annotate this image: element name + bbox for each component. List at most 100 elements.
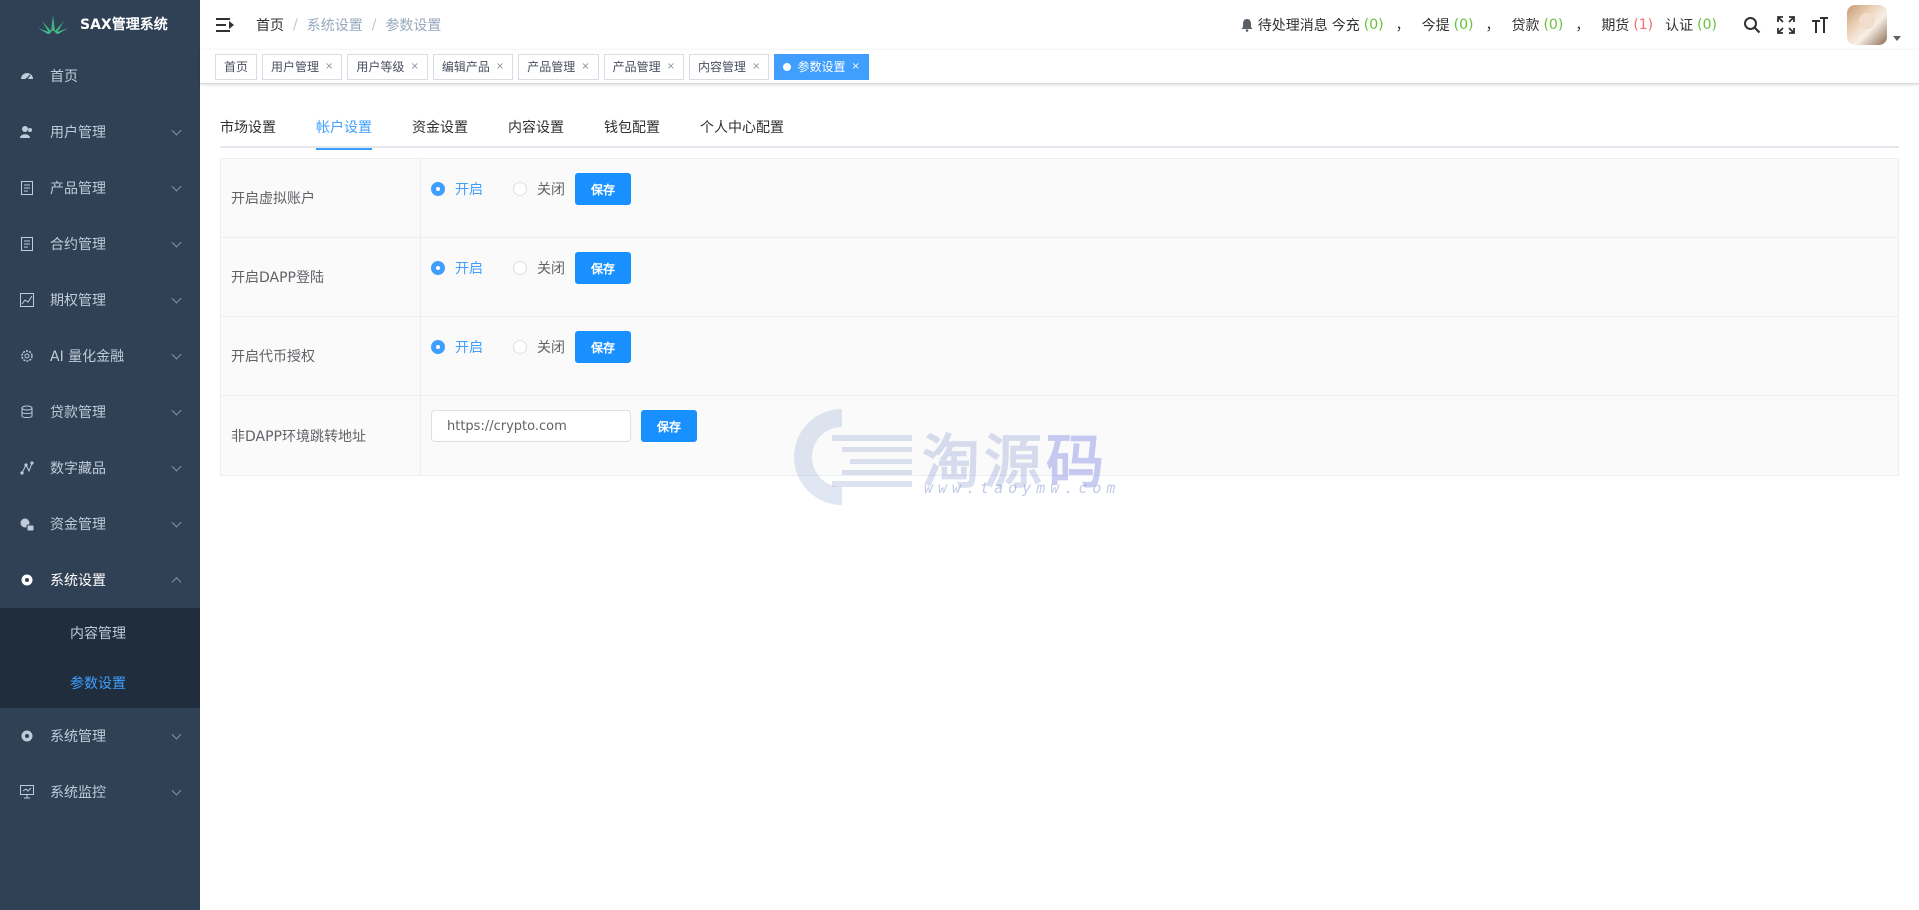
sidebar-item-loans[interactable]: 贷款管理	[0, 384, 200, 440]
radio-disable[interactable]: 关闭	[513, 173, 565, 205]
chevron-down-icon	[171, 237, 182, 248]
navbar: 首页 / 系统设置 / 参数设置 待处理消息 今充 (0) ， 今提 (0) ，…	[200, 0, 1919, 50]
hamburger-icon[interactable]	[216, 17, 234, 33]
counter-deposit-label: 今充	[1331, 18, 1360, 34]
counter-separator: ，	[1575, 18, 1590, 34]
tag-label: 产品管理	[612, 59, 661, 74]
sidebar-subitem-content[interactable]: 内容管理	[0, 608, 200, 658]
tag-products[interactable]: 产品管理 ×	[518, 53, 599, 80]
monitor-icon	[20, 785, 34, 799]
document-icon	[20, 237, 34, 251]
breadcrumb-separator: /	[371, 17, 377, 33]
sidebar-item-label: 系统监控	[50, 785, 106, 801]
close-icon[interactable]: ×	[410, 55, 418, 79]
sidebar-item-monitor[interactable]: 系统监控	[0, 764, 200, 820]
chevron-down-icon	[171, 729, 182, 740]
redirect-url-input[interactable]	[431, 410, 631, 442]
tag-products-2[interactable]: 产品管理 ×	[603, 53, 685, 80]
sidebar-item-options[interactable]: 期权管理	[0, 272, 200, 328]
tab-market-settings[interactable]: 市场设置	[220, 108, 296, 148]
radio-disable[interactable]: 关闭	[513, 331, 565, 363]
close-icon[interactable]: ×	[667, 55, 675, 79]
counter-withdraw-label: 今提	[1421, 18, 1450, 34]
gear-icon	[20, 573, 34, 587]
gear-icon	[20, 729, 34, 743]
tab-content-settings[interactable]: 内容设置	[488, 108, 584, 148]
form-row-redirect-url: 非DAPP环境跳转地址 保存	[221, 396, 1898, 475]
submenu-system-settings: 内容管理 参数设置	[0, 608, 200, 708]
sidebar-item-contracts[interactable]: 合约管理	[0, 216, 200, 272]
radio-label: 开启	[455, 340, 483, 356]
close-icon[interactable]: ×	[752, 55, 760, 79]
tag-home[interactable]: 首页	[215, 53, 258, 80]
sidebar-item-label: 系统管理	[50, 729, 106, 745]
save-button[interactable]: 保存	[575, 331, 632, 363]
radio-disable[interactable]: 关闭	[513, 252, 565, 284]
chevron-down-icon	[171, 461, 182, 472]
tab-wallet-config[interactable]: 钱包配置	[584, 108, 680, 148]
counter-deposit-value: (0)	[1363, 17, 1384, 33]
form-label: 开启虚拟账户	[221, 159, 421, 237]
avatar	[1847, 5, 1887, 45]
radio-enable[interactable]: 开启	[431, 173, 483, 205]
counter-loan-label: 贷款	[1511, 18, 1540, 34]
radio-enable[interactable]: 开启	[431, 331, 483, 363]
chevron-down-icon	[171, 405, 182, 416]
tag-edit-product[interactable]: 编辑产品 ×	[432, 53, 514, 80]
sidebar-item-system-settings[interactable]: 系统设置	[0, 552, 200, 608]
chart-icon	[20, 293, 34, 307]
sidebar-item-nft[interactable]: 数字藏品	[0, 440, 200, 496]
coins-icon	[20, 405, 34, 419]
radio-enable[interactable]: 开启	[431, 252, 483, 284]
avatar-dropdown[interactable]	[1847, 5, 1901, 45]
sidebar-subitem-params[interactable]: 参数设置	[0, 658, 200, 708]
sidebar-item-products[interactable]: 产品管理	[0, 160, 200, 216]
nodes-icon	[20, 461, 34, 475]
chevron-down-icon	[171, 125, 182, 136]
sidebar-item-users[interactable]: 用户管理	[0, 104, 200, 160]
app-title: SAX管理系统	[80, 17, 168, 33]
search-icon[interactable]	[1742, 15, 1762, 35]
close-icon[interactable]: ×	[496, 55, 504, 79]
notice-label: 待处理消息	[1257, 18, 1328, 34]
breadcrumb-item-home[interactable]: 首页	[256, 15, 284, 35]
sidebar-item-ai-quant[interactable]: AI 量化金融	[0, 328, 200, 384]
chevron-down-icon	[171, 517, 182, 528]
logo[interactable]: SAX管理系统	[0, 0, 200, 48]
tag-user-level[interactable]: 用户等级 ×	[347, 53, 428, 80]
right-menu: 待处理消息 今充 (0) ， 今提 (0) ， 贷款 (0) ， 期货 (1) …	[1240, 0, 1919, 50]
tab-profile-config[interactable]: 个人中心配置	[680, 108, 804, 148]
sidebar-item-system-admin[interactable]: 系统管理	[0, 708, 200, 764]
tab-fund-settings[interactable]: 资金设置	[392, 108, 488, 148]
counter-verify-value: (0)	[1697, 17, 1717, 33]
close-icon[interactable]: ×	[851, 55, 859, 79]
users-icon	[20, 125, 34, 139]
sidebar-item-funds[interactable]: 资金管理	[0, 496, 200, 552]
save-button[interactable]: 保存	[575, 173, 632, 205]
settings-form: 开启虚拟账户 开启 关闭 保存 开启DAPP登陆 开启 关闭 保存 开启代币授权…	[220, 158, 1899, 476]
save-button[interactable]: 保存	[641, 410, 698, 442]
sidebar-subitem-label: 内容管理	[70, 626, 126, 642]
sidebar-item-label: 期权管理	[50, 293, 106, 309]
sidebar-item-label: 产品管理	[50, 181, 106, 197]
fullscreen-icon[interactable]	[1776, 15, 1796, 35]
close-icon[interactable]: ×	[581, 55, 589, 79]
tab-account-settings[interactable]: 帐户设置	[296, 108, 392, 150]
sidebar-item-home[interactable]: 首页	[0, 48, 200, 104]
close-icon[interactable]: ×	[325, 55, 333, 79]
tag-params[interactable]: 参数设置 ×	[774, 53, 869, 80]
save-button[interactable]: 保存	[575, 252, 632, 284]
font-size-icon[interactable]	[1810, 15, 1830, 35]
gear-icon	[20, 349, 34, 363]
counter-loan-value: (0)	[1543, 17, 1564, 33]
tag-label: 产品管理	[527, 59, 576, 74]
caret-down-icon	[1893, 36, 1901, 41]
tag-users[interactable]: 用户管理 ×	[262, 53, 343, 80]
radio-label: 关闭	[537, 261, 565, 277]
counter-futures-value: (1)	[1633, 17, 1654, 33]
sidebar-item-label: 资金管理	[50, 517, 106, 533]
tag-label: 用户等级	[356, 59, 405, 74]
sidebar-item-label: 系统设置	[50, 573, 106, 589]
pending-notices[interactable]: 待处理消息 今充 (0) ， 今提 (0) ， 贷款 (0) ， 期货 (1) …	[1240, 15, 1717, 35]
tag-content[interactable]: 内容管理 ×	[689, 53, 770, 80]
